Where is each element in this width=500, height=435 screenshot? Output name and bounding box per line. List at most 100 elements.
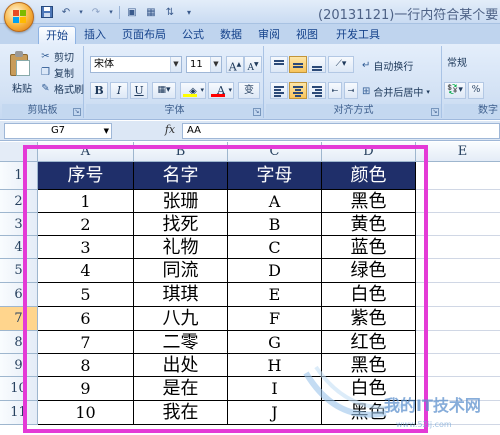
formula-input[interactable]: AA xyxy=(182,123,500,139)
grid-cell[interactable] xyxy=(416,354,500,377)
percent-button[interactable]: % xyxy=(468,82,484,99)
table-cell[interactable]: 8 xyxy=(38,354,134,377)
table-cell[interactable]: 7 xyxy=(38,331,134,354)
merge-center-button[interactable]: ⊞ 合并后居中 ▾ xyxy=(362,84,430,99)
table-cell[interactable]: 黄色 xyxy=(322,213,416,236)
office-button[interactable] xyxy=(4,2,34,32)
currency-button[interactable]: 💱▾ xyxy=(444,82,466,99)
copy-button[interactable]: ❐ 复制 xyxy=(40,65,74,80)
row-header-9[interactable]: 9 xyxy=(0,354,38,377)
paste-button[interactable]: 粘贴 xyxy=(12,80,32,95)
save-icon[interactable] xyxy=(40,5,54,19)
table-cell[interactable]: B xyxy=(228,213,322,236)
redo-icon[interactable]: ↷ xyxy=(89,5,103,19)
tab-insert[interactable]: 插入 xyxy=(80,26,110,44)
align-right-button[interactable] xyxy=(308,82,326,99)
grow-font-button[interactable]: A▲ xyxy=(226,56,244,74)
grid-cell[interactable] xyxy=(416,236,500,259)
table-cell[interactable]: 白色 xyxy=(322,377,416,401)
row-header-10[interactable]: 10 xyxy=(0,377,38,401)
name-box[interactable]: G7 ▼ xyxy=(4,123,112,139)
table-cell[interactable]: 二零 xyxy=(134,331,228,354)
italic-button[interactable]: I xyxy=(110,82,128,99)
borders-button[interactable]: ▦▾ xyxy=(152,82,176,99)
undo-icon[interactable]: ↶ xyxy=(59,5,73,19)
table-cell[interactable]: G xyxy=(228,331,322,354)
fill-color-button[interactable]: ◈ ▾ xyxy=(180,82,206,99)
customize-toolbar-icon[interactable]: ▾ xyxy=(182,5,196,19)
table-cell[interactable]: 同流 xyxy=(134,259,228,283)
table-cell[interactable]: 10 xyxy=(38,401,134,425)
phonetic-button[interactable]: 变 xyxy=(238,82,260,99)
table-cell[interactable]: C xyxy=(228,236,322,259)
table-cell[interactable]: 1 xyxy=(38,190,134,213)
column-header-b[interactable]: B xyxy=(134,142,228,162)
grid-cell[interactable] xyxy=(416,259,500,283)
table-cell[interactable]: 蓝色 xyxy=(322,236,416,259)
align-center-button[interactable] xyxy=(289,82,307,99)
font-launcher-icon[interactable]: ↘ xyxy=(253,108,261,116)
row-header-8[interactable]: 8 xyxy=(0,331,38,354)
table-cell[interactable]: 红色 xyxy=(322,331,416,354)
decrease-indent-button[interactable]: ⇤ xyxy=(328,82,342,99)
bold-button[interactable]: B xyxy=(90,82,108,99)
table-cell[interactable]: 紫色 xyxy=(322,307,416,331)
table-cell[interactable]: 黑色 xyxy=(322,354,416,377)
table-icon[interactable]: ▦ xyxy=(144,5,158,19)
grid-cell[interactable] xyxy=(416,162,500,190)
font-color-button[interactable]: A ▾ xyxy=(208,82,234,99)
row-header-2[interactable]: 2 xyxy=(0,190,38,213)
orientation-button[interactable]: ⟋▾ xyxy=(328,56,354,73)
table-cell[interactable]: D xyxy=(228,259,322,283)
grid-cell[interactable] xyxy=(416,307,500,331)
font-name-combo[interactable]: 宋体 ▼ xyxy=(90,56,182,73)
format-painter-button[interactable]: ✎ 格式刷 xyxy=(40,81,84,96)
column-header-a[interactable]: A xyxy=(38,142,134,162)
align-top-button[interactable] xyxy=(270,56,288,73)
table-cell[interactable]: I xyxy=(228,377,322,401)
grid-cell[interactable] xyxy=(416,190,500,213)
column-header-c[interactable]: C xyxy=(228,142,322,162)
tab-formulas[interactable]: 公式 xyxy=(178,26,208,44)
table-cell[interactable]: 八九 xyxy=(134,307,228,331)
print-preview-icon[interactable]: ▣ xyxy=(125,5,139,19)
row-header-5[interactable]: 5 xyxy=(0,259,38,283)
number-format-combo[interactable]: 常规 xyxy=(444,56,500,73)
table-cell[interactable]: 出处 xyxy=(134,354,228,377)
table-cell[interactable]: 绿色 xyxy=(322,259,416,283)
table-cell[interactable]: 9 xyxy=(38,377,134,401)
table-cell[interactable]: 4 xyxy=(38,259,134,283)
table-cell[interactable]: F xyxy=(228,307,322,331)
tab-page-layout[interactable]: 页面布局 xyxy=(118,26,170,44)
undo-dropdown-icon[interactable]: ▾ xyxy=(78,5,84,19)
row-header-4[interactable]: 4 xyxy=(0,236,38,259)
tab-home[interactable]: 开始 xyxy=(38,26,76,44)
table-cell[interactable]: 白色 xyxy=(322,283,416,307)
clipboard-launcher-icon[interactable]: ↘ xyxy=(73,108,81,116)
table-cell[interactable]: H xyxy=(228,354,322,377)
grid-cell[interactable] xyxy=(416,377,500,401)
table-cell[interactable]: 是在 xyxy=(134,377,228,401)
table-cell[interactable]: E xyxy=(228,283,322,307)
row-header-6[interactable]: 6 xyxy=(0,283,38,307)
table-cell[interactable]: 张珊 xyxy=(134,190,228,213)
table-cell[interactable]: 黑色 xyxy=(322,190,416,213)
table-cell[interactable]: 6 xyxy=(38,307,134,331)
table-cell[interactable]: 3 xyxy=(38,236,134,259)
font-size-combo[interactable]: 11 ▼ xyxy=(186,56,222,73)
paste-icon[interactable] xyxy=(8,50,34,78)
table-cell[interactable]: 5 xyxy=(38,283,134,307)
align-bottom-button[interactable] xyxy=(308,56,326,73)
table-header-cell[interactable]: 序号 xyxy=(38,162,134,190)
table-cell[interactable]: 2 xyxy=(38,213,134,236)
table-cell[interactable]: 琪琪 xyxy=(134,283,228,307)
table-cell[interactable]: J xyxy=(228,401,322,425)
table-cell[interactable]: 我在 xyxy=(134,401,228,425)
row-header-7[interactable]: 7 xyxy=(0,307,38,331)
table-cell[interactable]: A xyxy=(228,190,322,213)
align-middle-button[interactable] xyxy=(289,56,307,73)
column-header-d[interactable]: D xyxy=(322,142,416,162)
tab-developer[interactable]: 开发工具 xyxy=(332,26,384,44)
shrink-font-button[interactable]: A▼ xyxy=(244,56,262,73)
insert-function-button[interactable]: fx xyxy=(160,123,180,139)
